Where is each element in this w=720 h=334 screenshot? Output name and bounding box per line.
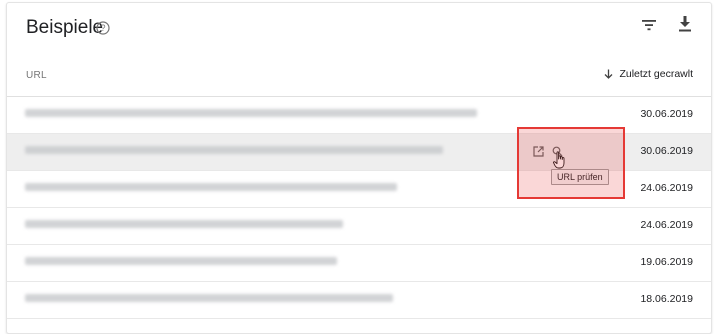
url-cell[interactable]: [25, 183, 397, 191]
url-cell[interactable]: [25, 109, 477, 117]
table-header: URL Zuletzt gecrawlt: [7, 55, 711, 97]
date-cell: 19.06.2019: [640, 256, 693, 268]
card-header: Beispiele ?: [7, 3, 711, 55]
date-cell: 30.06.2019: [640, 108, 693, 120]
url-cell[interactable]: [25, 257, 337, 265]
column-header-url[interactable]: URL: [26, 70, 47, 81]
table-body: 30.06.2019 30.06.2019 24.06.2019 24.06.2…: [7, 97, 711, 319]
table-row[interactable]: 30.06.2019: [7, 97, 711, 134]
table-row[interactable]: 30.06.2019: [7, 134, 711, 171]
url-cell[interactable]: [25, 220, 343, 228]
download-icon[interactable]: [677, 15, 693, 33]
table-row[interactable]: 24.06.2019: [7, 208, 711, 245]
column-header-last-crawled[interactable]: Zuletzt gecrawlt: [604, 68, 693, 80]
date-cell: 30.06.2019: [640, 145, 693, 157]
svg-text:?: ?: [100, 23, 105, 33]
filter-icon[interactable]: [641, 17, 657, 33]
url-cell[interactable]: [25, 294, 393, 302]
open-in-new-icon[interactable]: [533, 146, 544, 157]
date-cell: 18.06.2019: [640, 293, 693, 305]
hand-cursor-icon: [553, 151, 565, 169]
help-circle-icon[interactable]: ?: [96, 21, 110, 35]
date-cell: 24.06.2019: [640, 182, 693, 194]
tooltip-inspect-url: URL prüfen: [551, 169, 609, 185]
date-cell: 24.06.2019: [640, 219, 693, 231]
column-header-label: Zuletzt gecrawlt: [619, 68, 693, 80]
examples-card: Beispiele ? URL Zuletzt gecrawlt 30.06.2…: [6, 2, 712, 334]
arrow-down-icon: [605, 69, 613, 79]
card-title: Beispiele: [26, 17, 104, 38]
url-cell[interactable]: [25, 146, 443, 154]
table-row[interactable]: 19.06.2019: [7, 245, 711, 282]
table-row[interactable]: 18.06.2019: [7, 282, 711, 319]
